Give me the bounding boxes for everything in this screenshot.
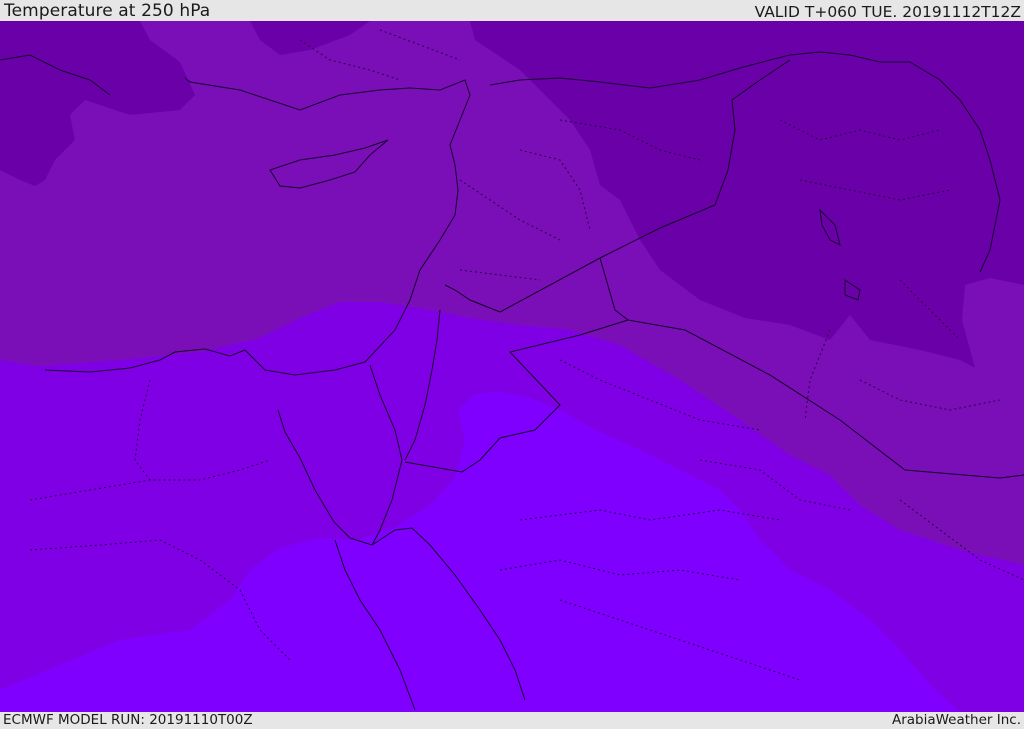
weather-map[interactable] [0, 21, 1024, 712]
map-canvas [0, 21, 1024, 712]
header-bar: Temperature at 250 hPa VALID T+060 TUE. … [0, 0, 1024, 21]
credit-label: ArabiaWeather Inc. [891, 712, 1021, 728]
model-run-label: ECMWF MODEL RUN: 20191110T00Z [3, 712, 253, 728]
map-title: Temperature at 250 hPa [4, 1, 211, 21]
footer-bar: ECMWF MODEL RUN: 20191110T00Z ArabiaWeat… [0, 712, 1024, 729]
valid-time: VALID T+060 TUE. 20191112T12Z [754, 3, 1021, 21]
